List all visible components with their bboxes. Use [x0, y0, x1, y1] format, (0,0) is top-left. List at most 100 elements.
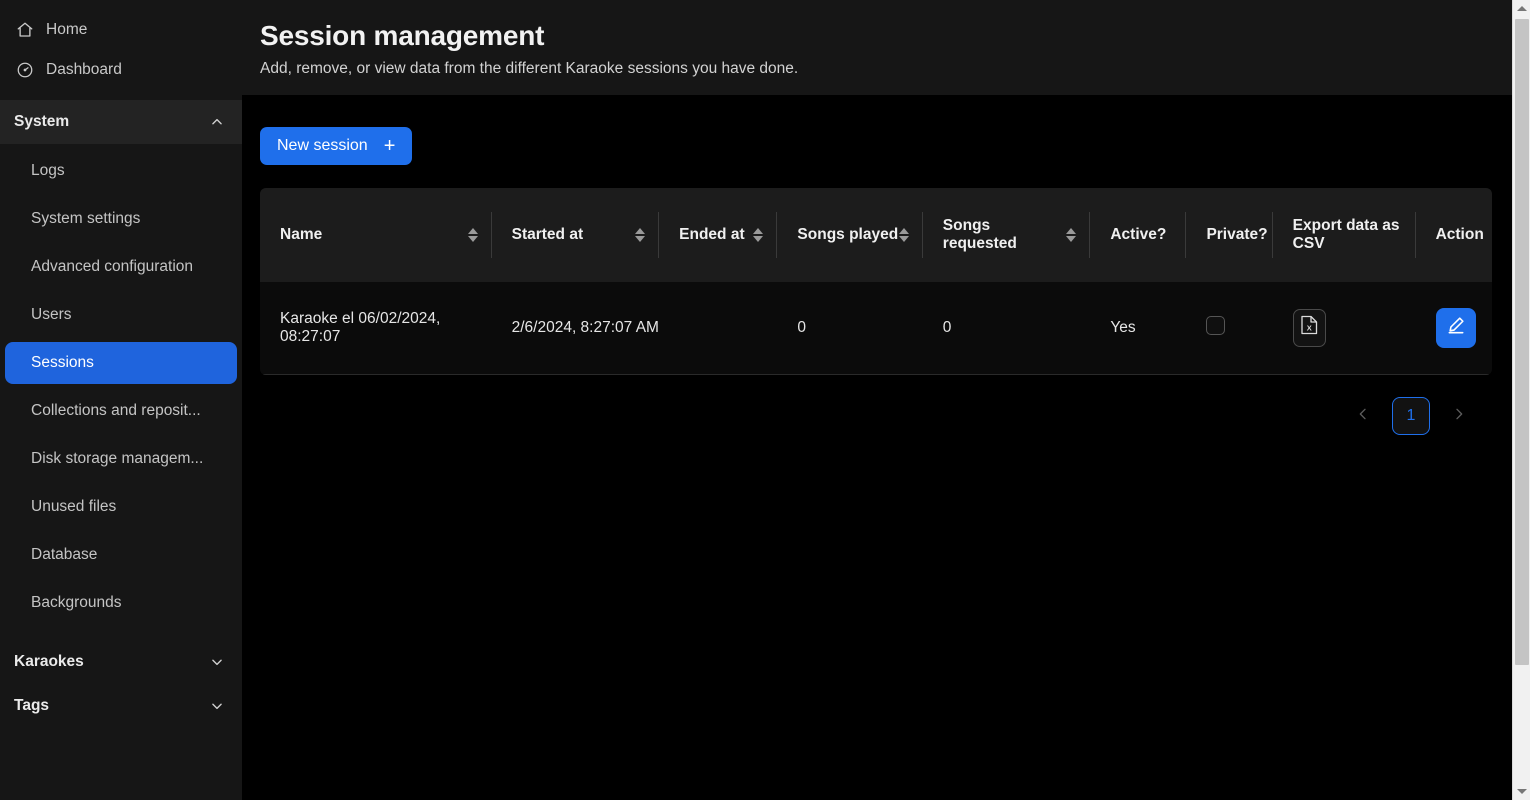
- sidebar-item-logs[interactable]: Logs: [5, 150, 237, 192]
- new-session-button-label: New session: [277, 137, 368, 155]
- gauge-icon: [16, 61, 34, 79]
- sidebar-item-system-settings[interactable]: System settings: [5, 198, 237, 240]
- sidebar-spacer-2: [0, 630, 242, 640]
- cell-action: [1416, 282, 1492, 374]
- sidebar-item-collections-label: Collections and reposit...: [31, 402, 201, 420]
- svg-text:X: X: [1306, 324, 1311, 333]
- edit-session-button[interactable]: [1436, 308, 1476, 348]
- column-header-songs-requested[interactable]: Songs requested: [923, 188, 1091, 282]
- cell-started-at: 2/6/2024, 8:27:07 AM: [492, 282, 660, 374]
- sidebar-item-backgrounds[interactable]: Backgrounds: [5, 582, 237, 624]
- table-header-row: Name Started at: [260, 188, 1492, 282]
- edit-pencil-icon: [1446, 315, 1466, 340]
- sidebar-item-disk-storage-label: Disk storage managem...: [31, 450, 203, 468]
- pagination: 1: [260, 397, 1492, 435]
- sidebar-group-tags-label: Tags: [14, 697, 49, 715]
- column-header-private: Private?: [1186, 188, 1272, 282]
- scrollbar-up-button[interactable]: [1513, 0, 1530, 17]
- column-header-name[interactable]: Name: [260, 188, 492, 282]
- plus-icon: +: [384, 136, 396, 156]
- chevron-down-icon: [210, 655, 224, 669]
- private-checkbox[interactable]: [1206, 316, 1225, 335]
- page-subtitle: Add, remove, or view data from the diffe…: [260, 60, 1530, 78]
- sidebar-item-collections-and-repositories[interactable]: Collections and reposit...: [5, 390, 237, 432]
- content-area: New session + Name: [242, 95, 1530, 435]
- sidebar-item-unused-files-label: Unused files: [31, 498, 116, 516]
- column-header-action-label: Action: [1436, 226, 1484, 243]
- cell-songs-requested: 0: [923, 282, 1091, 374]
- cell-private: [1186, 282, 1272, 374]
- cell-active: Yes: [1090, 282, 1186, 374]
- sort-icon[interactable]: [753, 228, 763, 242]
- sidebar-item-users-label: Users: [31, 306, 71, 324]
- column-header-export-csv: Export data as CSV: [1273, 188, 1416, 282]
- column-header-songs-played-label: Songs played: [797, 226, 898, 244]
- csv-file-icon: X: [1301, 315, 1318, 340]
- home-icon: [16, 21, 34, 39]
- sidebar-item-advanced-configuration-label: Advanced configuration: [31, 258, 193, 276]
- page-title: Session management: [260, 18, 1530, 53]
- sidebar-item-system-settings-label: System settings: [31, 210, 140, 228]
- column-header-songs-requested-label: Songs requested: [943, 217, 1067, 253]
- sessions-table: Name Started at: [260, 188, 1492, 375]
- app-root: Home Dashboard System Logs System settin…: [0, 0, 1530, 800]
- sidebar-item-advanced-configuration[interactable]: Advanced configuration: [5, 246, 237, 288]
- sort-icon[interactable]: [899, 228, 909, 242]
- sidebar-spacer: [0, 90, 242, 100]
- column-header-ended-at[interactable]: Ended at: [659, 188, 777, 282]
- new-session-button[interactable]: New session +: [260, 127, 412, 165]
- sort-icon[interactable]: [468, 228, 478, 242]
- pagination-page-1[interactable]: 1: [1392, 397, 1430, 435]
- column-header-private-label: Private?: [1206, 226, 1267, 243]
- cell-export-csv: X: [1273, 282, 1416, 374]
- sidebar-item-disk-storage-management[interactable]: Disk storage managem...: [5, 438, 237, 480]
- chevron-right-icon: [1451, 406, 1467, 425]
- table-row: Karaoke el 06/02/2024, 08:27:07 2/6/2024…: [260, 282, 1492, 374]
- sidebar-item-database-label: Database: [31, 546, 97, 564]
- cell-name: Karaoke el 06/02/2024, 08:27:07: [260, 282, 492, 374]
- sidebar-group-tags[interactable]: Tags: [0, 684, 242, 728]
- sidebar-item-users[interactable]: Users: [5, 294, 237, 336]
- column-header-action: Action: [1416, 188, 1492, 282]
- sidebar-item-sessions[interactable]: Sessions: [5, 342, 237, 384]
- column-header-songs-played[interactable]: Songs played: [777, 188, 922, 282]
- sidebar-item-sessions-label: Sessions: [31, 354, 94, 372]
- column-header-started-at-label: Started at: [512, 226, 584, 244]
- column-header-active: Active?: [1090, 188, 1186, 282]
- vertical-scrollbar[interactable]: [1512, 0, 1530, 800]
- sidebar-item-dashboard[interactable]: Dashboard: [0, 50, 242, 90]
- sidebar: Home Dashboard System Logs System settin…: [0, 0, 242, 800]
- scrollbar-down-button[interactable]: [1513, 783, 1530, 800]
- column-header-name-label: Name: [280, 226, 322, 244]
- export-csv-button[interactable]: X: [1293, 309, 1326, 347]
- sidebar-group-system[interactable]: System: [0, 100, 242, 144]
- sidebar-item-home[interactable]: Home: [0, 10, 242, 50]
- sort-icon[interactable]: [635, 228, 645, 242]
- sidebar-group-karaokes-label: Karaokes: [14, 653, 84, 671]
- chevron-up-icon: [210, 115, 224, 129]
- sidebar-group-system-label: System: [14, 113, 69, 131]
- sidebar-item-backgrounds-label: Backgrounds: [31, 594, 121, 612]
- main-content: Session management Add, remove, or view …: [242, 0, 1530, 800]
- pagination-prev-button[interactable]: [1350, 403, 1376, 429]
- column-header-ended-at-label: Ended at: [679, 226, 744, 244]
- chevron-left-icon: [1355, 406, 1371, 425]
- column-header-started-at[interactable]: Started at: [492, 188, 660, 282]
- column-header-export-csv-label: Export data as CSV: [1293, 217, 1400, 252]
- pagination-next-button[interactable]: [1446, 403, 1472, 429]
- cell-songs-played: 0: [777, 282, 922, 374]
- sidebar-item-logs-label: Logs: [31, 162, 65, 180]
- sidebar-item-database[interactable]: Database: [5, 534, 237, 576]
- sidebar-group-karaokes[interactable]: Karaokes: [0, 640, 242, 684]
- chevron-down-icon: [210, 699, 224, 713]
- cell-ended-at: [659, 282, 777, 374]
- scrollbar-thumb[interactable]: [1515, 19, 1529, 665]
- sidebar-item-unused-files[interactable]: Unused files: [5, 486, 237, 528]
- page-header: Session management Add, remove, or view …: [242, 0, 1530, 95]
- column-header-active-label: Active?: [1110, 226, 1166, 243]
- sort-icon[interactable]: [1066, 228, 1076, 242]
- triangle-up-icon: [1517, 6, 1527, 11]
- sidebar-item-dashboard-label: Dashboard: [46, 62, 122, 78]
- sidebar-item-home-label: Home: [46, 22, 87, 38]
- triangle-down-icon: [1517, 789, 1527, 794]
